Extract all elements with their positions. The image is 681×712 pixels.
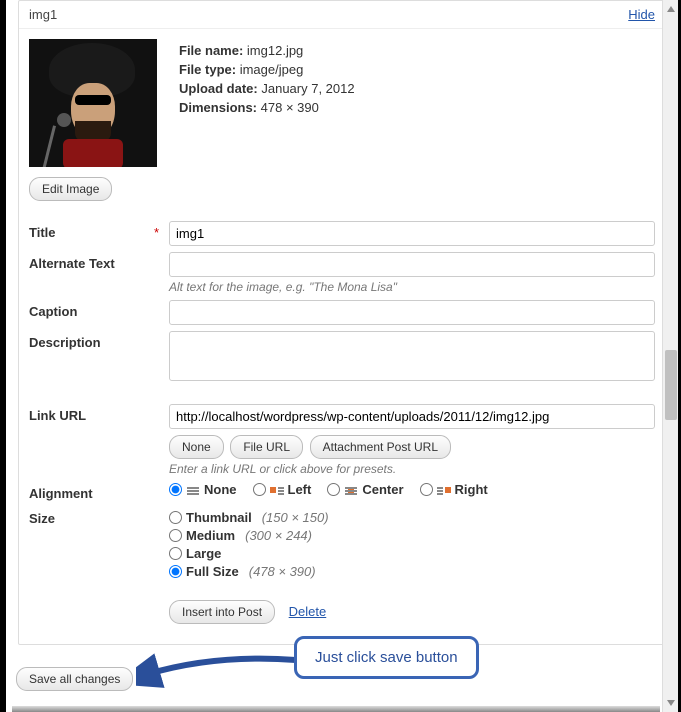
insert-into-post-button[interactable]: Insert into Post	[169, 600, 275, 624]
alt-label: Alternate Text	[29, 252, 169, 271]
link-help: Enter a link URL or click above for pres…	[169, 462, 655, 476]
file-type: image/jpeg	[240, 62, 304, 77]
scroll-up-icon[interactable]	[667, 6, 675, 12]
scrollbar-thumb[interactable]	[665, 350, 677, 420]
link-label: Link URL	[29, 404, 169, 423]
link-none-button[interactable]: None	[169, 435, 224, 459]
title-input[interactable]	[169, 221, 655, 246]
hide-link[interactable]: Hide	[628, 7, 655, 22]
size-full-radio[interactable]	[169, 565, 182, 578]
save-all-changes-button[interactable]: Save all changes	[16, 667, 133, 691]
align-center-radio[interactable]	[327, 483, 340, 496]
size-thumbnail-radio[interactable]	[169, 511, 182, 524]
alt-help: Alt text for the image, e.g. "The Mona L…	[169, 280, 655, 294]
link-post-button[interactable]: Attachment Post URL	[310, 435, 451, 459]
dimensions: 478 × 390	[261, 100, 319, 115]
panel-title: img1	[29, 7, 57, 22]
size-full-option[interactable]: Full Size(478 × 390)	[169, 564, 655, 579]
alignment-label: Alignment	[29, 482, 169, 501]
annotation-callout: Just click save button	[294, 636, 479, 679]
file-type-label: File type:	[179, 62, 236, 77]
align-right-option[interactable]: Right	[420, 482, 488, 497]
size-label: Size	[29, 507, 169, 526]
upload-date-label: Upload date:	[179, 81, 258, 96]
size-large-option[interactable]: Large	[169, 546, 655, 561]
size-medium-option[interactable]: Medium(300 × 244)	[169, 528, 655, 543]
caption-input[interactable]	[169, 300, 655, 325]
align-none-radio[interactable]	[169, 483, 182, 496]
align-none-icon	[186, 485, 200, 495]
align-left-option[interactable]: Left	[253, 482, 312, 497]
align-right-radio[interactable]	[420, 483, 433, 496]
align-left-icon	[270, 485, 284, 495]
alt-input[interactable]	[169, 252, 655, 277]
size-thumbnail-option[interactable]: Thumbnail(150 × 150)	[169, 510, 655, 525]
dimensions-label: Dimensions:	[179, 100, 257, 115]
link-url-input[interactable]	[169, 404, 655, 429]
align-center-icon	[344, 485, 358, 495]
attachment-thumbnail	[29, 39, 157, 167]
scrollbar[interactable]	[662, 0, 678, 712]
title-label: Title	[29, 225, 56, 240]
file-name: img12.jpg	[247, 43, 303, 58]
delete-link[interactable]: Delete	[289, 604, 327, 619]
scroll-down-icon[interactable]	[667, 700, 675, 706]
size-large-radio[interactable]	[169, 547, 182, 560]
bottom-shadow	[12, 706, 660, 712]
caption-label: Caption	[29, 300, 169, 319]
attachment-meta: File name: img12.jpg File type: image/jp…	[179, 39, 355, 167]
align-none-option[interactable]: None	[169, 482, 237, 497]
size-medium-radio[interactable]	[169, 529, 182, 542]
required-indicator: *	[154, 225, 159, 240]
upload-date: January 7, 2012	[261, 81, 354, 96]
align-center-option[interactable]: Center	[327, 482, 403, 497]
description-label: Description	[29, 331, 169, 350]
annotation-arrow-icon	[136, 644, 306, 694]
edit-image-button[interactable]: Edit Image	[29, 177, 112, 201]
link-file-button[interactable]: File URL	[230, 435, 303, 459]
align-right-icon	[437, 485, 451, 495]
description-input[interactable]	[169, 331, 655, 381]
file-name-label: File name:	[179, 43, 243, 58]
align-left-radio[interactable]	[253, 483, 266, 496]
